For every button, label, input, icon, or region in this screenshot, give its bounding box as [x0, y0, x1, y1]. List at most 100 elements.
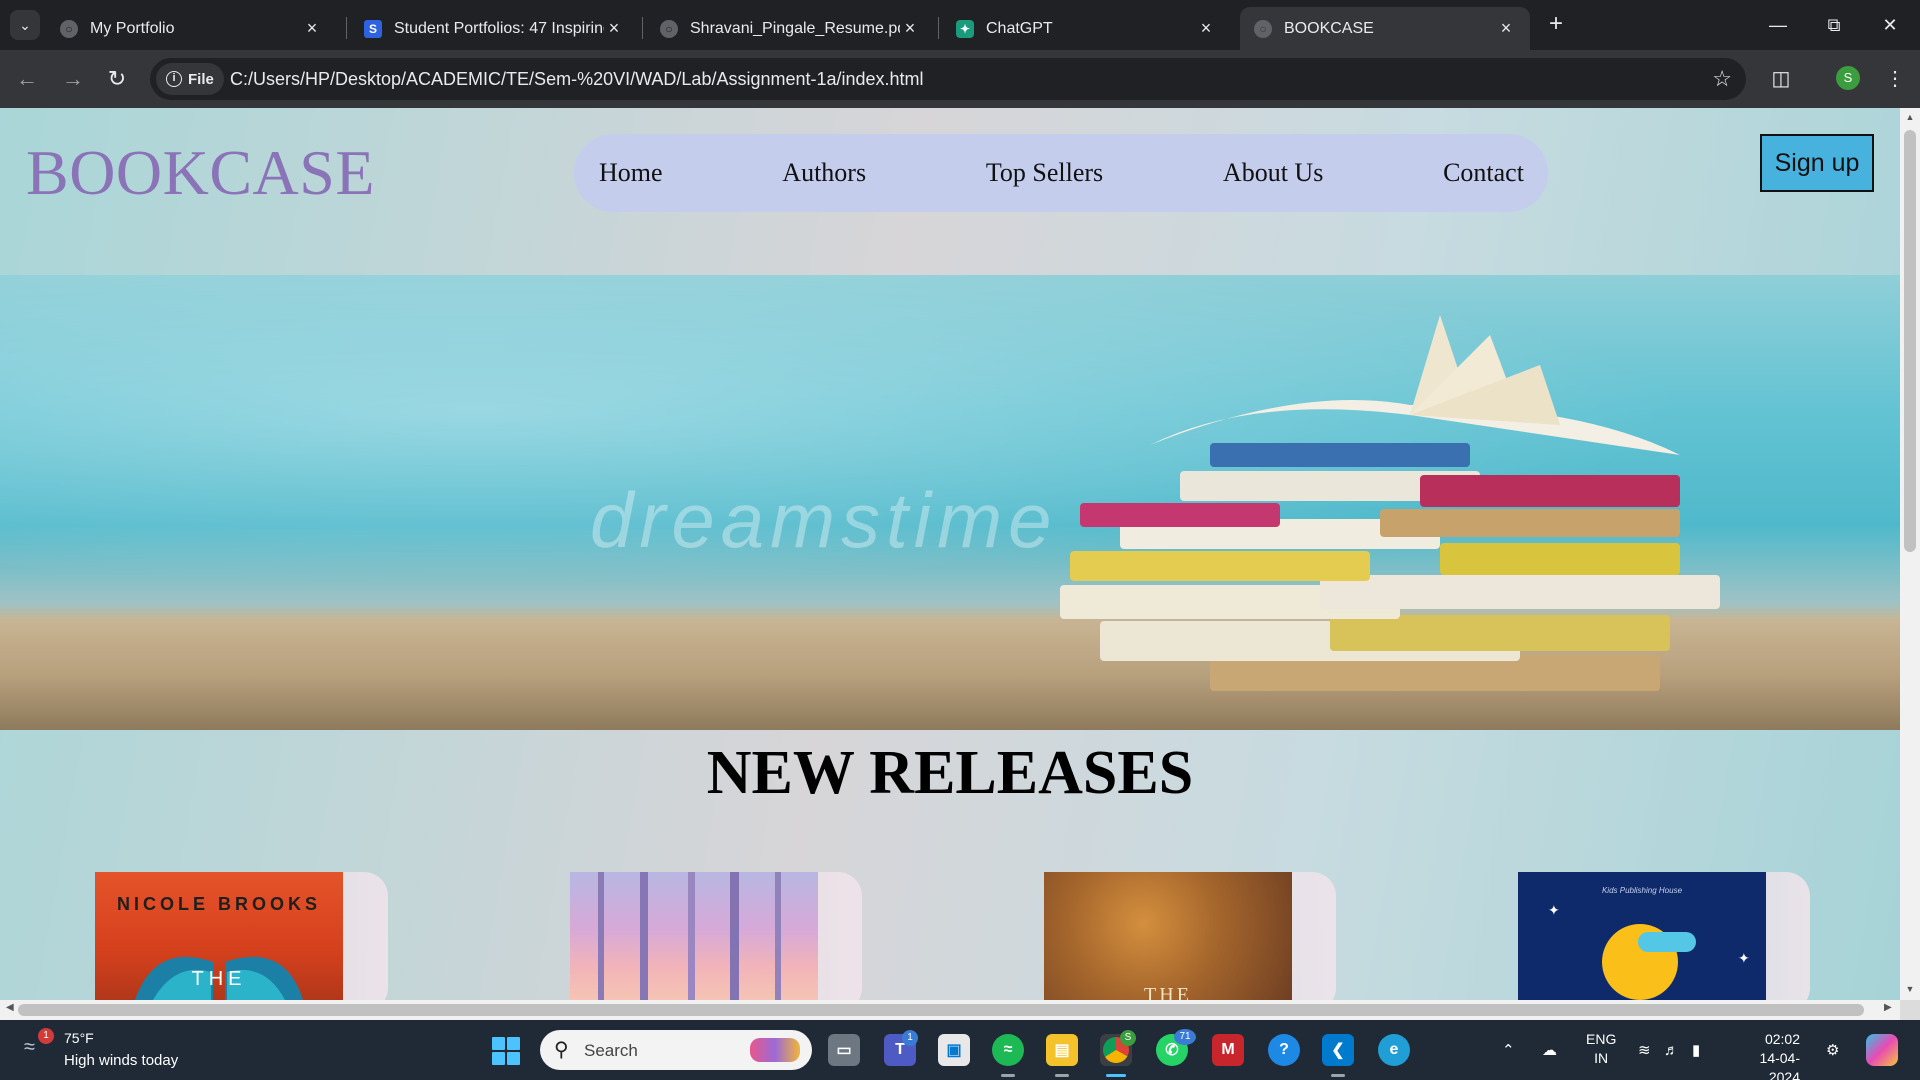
site-logo[interactable]: BOOKCASE [26, 136, 375, 210]
horizontal-scrollbar[interactable]: ◀ ▶ [0, 1000, 1900, 1020]
microsoft-store-icon[interactable]: ▣ [938, 1034, 970, 1066]
nav-top-sellers[interactable]: Top Sellers [986, 158, 1103, 188]
nav-authors[interactable]: Authors [782, 158, 866, 188]
book-title-word: THE [1144, 984, 1192, 1000]
vscode-icon[interactable]: ❮ [1322, 1034, 1354, 1066]
clock-date: 14-04-2024 [1759, 1050, 1800, 1080]
taskbar-search[interactable]: ⚲ Search [540, 1030, 812, 1070]
book-cover[interactable]: Kids Publishing House ✦ ✦ [1518, 872, 1766, 1000]
address-bar[interactable]: i File C:/Users/HP/Desktop/ACADEMIC/TE/S… [150, 58, 1746, 100]
spotify-icon[interactable]: ≈ [992, 1034, 1024, 1066]
tab-resume-pdf[interactable]: ○ Shravani_Pingale_Resume.pdf × [646, 7, 934, 50]
chevron-up-icon[interactable]: ⌃ [1502, 1020, 1515, 1080]
book-cover[interactable]: NICOLE BROOKS THE [95, 872, 343, 1000]
tab-chatgpt[interactable]: ✦ ChatGPT × [942, 7, 1230, 50]
search-icon: ⚲ [554, 1039, 569, 1061]
back-button[interactable]: ← [12, 65, 42, 95]
scroll-right-icon[interactable]: ▶ [1884, 1002, 1892, 1013]
tab-separator [642, 17, 643, 39]
app-running-indicator [1331, 1074, 1345, 1077]
tab-student-portfolios[interactable]: S Student Portfolios: 47 Inspiring × [350, 7, 638, 50]
close-icon[interactable]: × [900, 18, 920, 39]
app-active-indicator [1106, 1074, 1126, 1077]
tab-my-portfolio[interactable]: ○ My Portfolio × [46, 7, 336, 50]
scroll-up-icon[interactable]: ▲ [1900, 112, 1920, 122]
main-nav: Home Authors Top Sellers About Us Contac… [574, 134, 1548, 212]
forward-button[interactable]: → [58, 65, 88, 95]
scrollbar-thumb[interactable] [18, 1004, 1864, 1016]
scroll-left-icon[interactable]: ◀ [6, 1002, 14, 1013]
wifi-icon[interactable]: ≋ [1638, 1020, 1651, 1080]
region-code: IN [1594, 1050, 1609, 1066]
taskbar: ≈ 1 75°F High winds today ⚲ Search ▭ T 1… [0, 1020, 1920, 1080]
language-indicator[interactable]: ENG IN [1586, 1030, 1616, 1068]
star-icon: ✦ [1548, 902, 1560, 918]
teams-badge: 1 [902, 1030, 918, 1046]
book-cover[interactable]: THE [1044, 872, 1292, 1000]
weather-badge: 1 [38, 1028, 54, 1044]
restore-button[interactable]: ⧉ [1814, 10, 1854, 40]
close-icon[interactable]: × [1496, 18, 1516, 39]
reload-button[interactable]: ↻ [102, 65, 132, 95]
hero-banner: dreamstime [0, 275, 1900, 730]
chatgpt-icon: ✦ [956, 19, 974, 38]
signup-button[interactable]: Sign up [1760, 134, 1874, 192]
browser-toolbar: ← → ↻ i File C:/Users/HP/Desktop/ACADEMI… [0, 50, 1920, 108]
clock-time: 02:02 [1764, 1031, 1800, 1047]
scroll-down-icon[interactable]: ▼ [1900, 984, 1920, 994]
url-text[interactable]: C:/Users/HP/Desktop/ACADEMIC/TE/Sem-%20V… [230, 58, 924, 100]
bookmark-star-icon[interactable]: ☆ [1712, 58, 1732, 100]
book-cover[interactable] [570, 872, 818, 1000]
close-icon[interactable]: × [302, 18, 322, 39]
cloud-illustration [1638, 932, 1696, 952]
notification-bell-icon[interactable]: ⚙ [1826, 1020, 1839, 1080]
edge-icon[interactable]: e [1378, 1034, 1410, 1066]
nav-contact[interactable]: Contact [1443, 158, 1524, 188]
app-running-indicator [1001, 1074, 1015, 1077]
nav-home[interactable]: Home [599, 158, 663, 188]
minimize-button[interactable]: — [1758, 10, 1798, 40]
whatsapp-badge: 71 [1174, 1029, 1196, 1045]
arrow-right-icon: → [62, 66, 84, 91]
vertical-scrollbar[interactable]: ▲ ▼ [1900, 108, 1920, 1000]
copilot-icon[interactable] [1866, 1034, 1898, 1066]
close-window-button[interactable]: ✕ [1870, 10, 1910, 40]
menu-dots-icon[interactable]: ⋮ [1880, 64, 1910, 94]
search-highlight-art [750, 1038, 800, 1062]
scrollbar-thumb[interactable] [1904, 130, 1916, 552]
reload-icon: ↻ [107, 66, 127, 91]
site-info-chip[interactable]: i File [156, 63, 224, 95]
tab-title: My Portfolio [90, 19, 175, 37]
tab-title: Shravani_Pingale_Resume.pdf [690, 19, 900, 37]
tab-title: BOOKCASE [1284, 19, 1374, 37]
site-chip-label: File [188, 70, 214, 88]
minimize-icon: — [1769, 15, 1787, 35]
onedrive-icon[interactable]: ☁ [1542, 1020, 1557, 1080]
tab-separator [938, 17, 939, 39]
help-icon[interactable]: ? [1268, 1034, 1300, 1066]
file-explorer-icon[interactable]: ▤ [1046, 1034, 1078, 1066]
close-icon[interactable]: × [1196, 18, 1216, 39]
extensions-icon[interactable]: ◫ [1766, 64, 1796, 94]
mcafee-icon[interactable]: M [1212, 1034, 1244, 1066]
close-icon[interactable]: × [604, 18, 624, 39]
temperature: 75°F [64, 1030, 94, 1046]
search-label: Search [584, 1041, 638, 1060]
nav-about-us[interactable]: About Us [1223, 158, 1323, 188]
task-view-icon[interactable]: ▭ [828, 1034, 860, 1066]
tab-bookcase[interactable]: ○ BOOKCASE × [1240, 7, 1530, 50]
globe-icon: ○ [660, 19, 678, 38]
volume-icon[interactable]: ♬ [1664, 1020, 1679, 1080]
profile-avatar[interactable]: S [1836, 66, 1860, 90]
clock[interactable]: 02:02 14-04-2024 [1736, 1030, 1800, 1080]
forest-illustration [598, 872, 781, 1000]
windows-start-icon[interactable] [492, 1037, 520, 1065]
page-viewport: BOOKCASE Home Authors Top Sellers About … [0, 108, 1900, 1000]
globe-icon: ○ [60, 19, 78, 38]
weather-description: High winds today [64, 1052, 179, 1069]
tab-search-button[interactable]: ⌄ [10, 10, 40, 40]
close-icon: ✕ [1882, 15, 1898, 35]
new-tab-button[interactable]: + [1542, 11, 1570, 39]
battery-icon[interactable]: ▮ [1692, 1020, 1700, 1080]
section-title: NEW RELEASES [706, 739, 1194, 807]
